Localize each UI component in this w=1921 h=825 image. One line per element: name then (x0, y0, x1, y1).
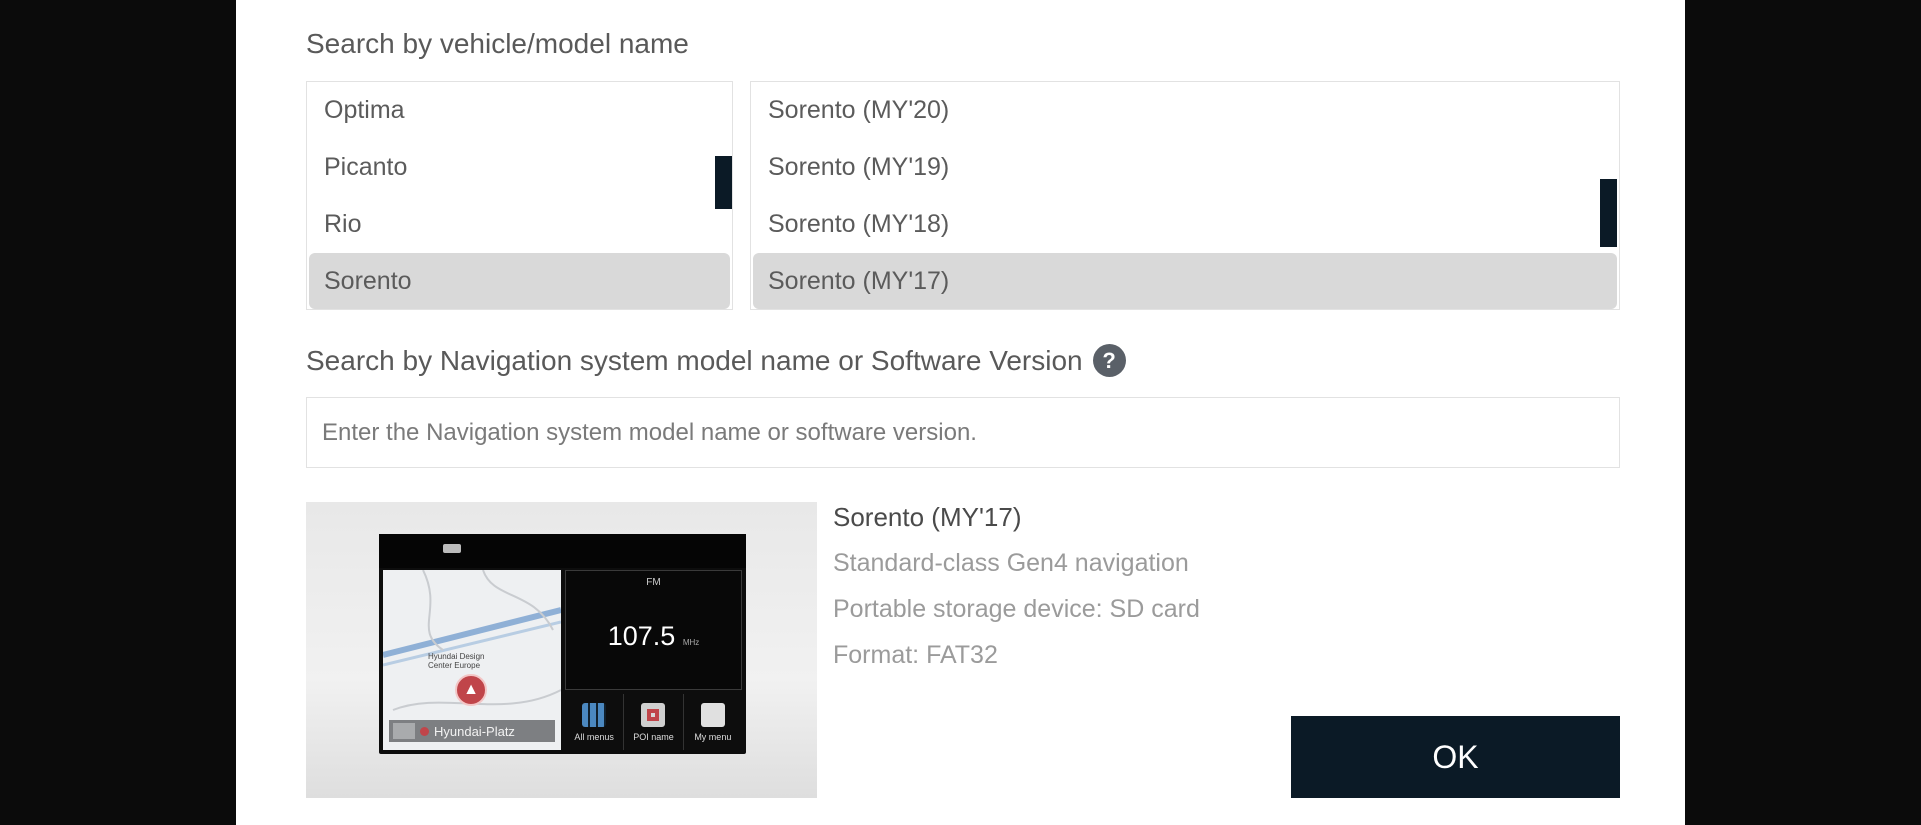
year-item-my18[interactable]: Sorento (MY'18) (753, 196, 1617, 252)
ok-button[interactable]: OK (1291, 716, 1620, 798)
road-badge-icon (393, 723, 415, 739)
screen-status-bar (379, 534, 746, 568)
model-item-optima[interactable]: Optima (309, 82, 730, 138)
shortcut-label: POI name (633, 731, 674, 742)
model-list[interactable]: Optima Picanto Rio Sorento (306, 81, 733, 310)
shortcut-row: All menus POI name My menu (565, 694, 742, 750)
selected-model-info: Sorento (MY'17) Standard-class Gen4 navi… (833, 502, 1200, 687)
info-storage: Portable storage device: SD card (833, 595, 1200, 623)
radio-frequency-display: 107.5 MHz (566, 621, 741, 652)
shortcut-poi-name: POI name (623, 694, 682, 750)
head-unit-screen: Hyundai Design Center Europe ▲ Hyundai-P… (379, 534, 746, 754)
model-year-list[interactable]: Sorento (MY'20) Sorento (MY'19) Sorento … (750, 81, 1620, 310)
help-icon[interactable]: ? (1092, 344, 1126, 377)
vehicle-search-label: Search by vehicle/model name (306, 28, 689, 59)
info-title: Sorento (MY'17) (833, 502, 1022, 532)
nav-search-label: Search by Navigation system model name o… (306, 344, 1083, 376)
radio-band: FM (646, 577, 661, 588)
vehicle-position-icon: ▲ (455, 674, 487, 706)
year-list-scrollbar[interactable] (1600, 179, 1617, 247)
location-dot-icon (420, 726, 429, 736)
shortcut-my-menu: My menu (682, 694, 742, 750)
nav-search-label-row: Search by Navigation system model name o… (306, 344, 1126, 377)
current-road-name: Hyundai-Platz (434, 723, 515, 739)
nav-search-input[interactable] (306, 397, 1620, 468)
info-format: Format: FAT32 (833, 641, 998, 669)
year-item-my17[interactable]: Sorento (MY'17) (753, 253, 1617, 309)
radio-panel: FM 107.5 MHz (565, 570, 742, 690)
model-item-sorento[interactable]: Sorento (309, 253, 730, 309)
year-item-my20[interactable]: Sorento (MY'20) (753, 82, 1617, 138)
radio-frequency: 107.5 (607, 621, 676, 651)
my-menu-icon (700, 702, 725, 727)
shortcut-all-menus: All menus (565, 694, 623, 750)
shortcut-label: All menus (574, 731, 614, 742)
info-nav-class: Standard-class Gen4 navigation (833, 549, 1189, 577)
navigation-preview-image: Hyundai Design Center Europe ▲ Hyundai-P… (306, 502, 817, 798)
current-road-bar: Hyundai-Platz (389, 720, 555, 742)
navigation-update-dialog: Search by vehicle/model name Optima Pica… (236, 0, 1685, 825)
radio-frequency-unit: MHz (682, 638, 700, 647)
shortcut-label: My menu (694, 731, 732, 742)
model-item-rio[interactable]: Rio (309, 196, 730, 252)
year-item-my19[interactable]: Sorento (MY'19) (753, 139, 1617, 195)
poi-label: Hyundai Design Center Europe (428, 652, 485, 670)
all-menus-icon (582, 702, 607, 727)
status-indicator-icon (443, 544, 461, 553)
map-view: Hyundai Design Center Europe ▲ Hyundai-P… (383, 570, 561, 750)
model-item-picanto[interactable]: Picanto (309, 139, 730, 195)
model-list-scrollbar[interactable] (715, 156, 732, 209)
poi-search-icon (641, 702, 666, 727)
